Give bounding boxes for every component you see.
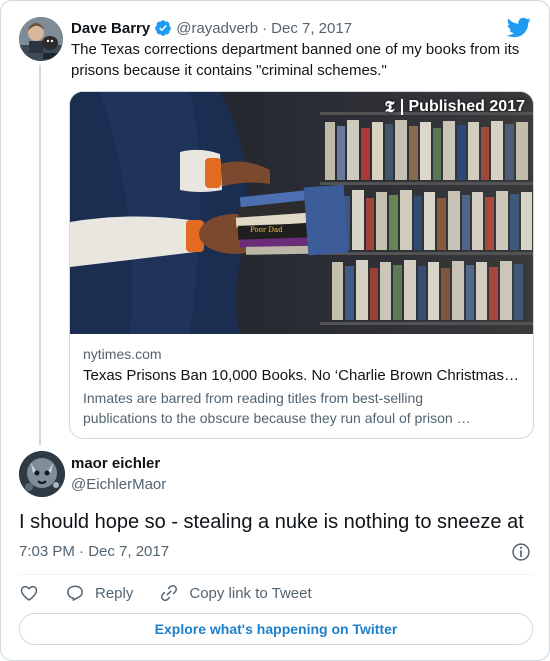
link-preview-card[interactable]: Poor Dad 𝕿 Published 2017 nytimes.com Te… [69, 91, 534, 439]
reply-handle[interactable]: @EichlerMaor [71, 476, 166, 493]
link-description-line: Inmates are barred from reading titles f… [83, 390, 424, 406]
article-photo: Poor Dad [70, 92, 533, 334]
maor-eichler-avatar[interactable] [19, 451, 65, 497]
copy-link-button[interactable]: Copy link to Tweet [159, 583, 312, 603]
link-description-line: publications to the obscure because they… [83, 410, 471, 426]
parent-display-name[interactable]: Dave Barry [71, 20, 150, 37]
dave-barry-avatar[interactable] [19, 17, 63, 61]
parent-handle[interactable]: @rayadverb [176, 20, 258, 37]
header-separator: · [262, 19, 268, 37]
tweet-embed-card: Dave Barry @rayadverb · Dec 7, 2017 The … [0, 0, 550, 661]
article-image: Poor Dad 𝕿 Published 2017 [70, 92, 533, 334]
copy-link-label: Copy link to Tweet [189, 584, 312, 602]
badge-divider [400, 99, 403, 115]
verified-badge-icon [155, 20, 172, 36]
link-title[interactable]: Texas Prisons Ban 10,000 Books. No ‘Char… [83, 367, 523, 384]
published-badge: 𝕿 Published 2017 [385, 97, 525, 117]
action-divider [19, 574, 533, 575]
tweet-timestamp[interactable]: 7:03 PM · Dec 7, 2017 [19, 543, 169, 560]
info-icon[interactable] [511, 542, 531, 562]
link-description: Inmates are barred from reading titles f… [83, 388, 513, 428]
link-domain: nytimes.com [83, 346, 162, 362]
parent-date[interactable]: Dec 7, 2017 [271, 20, 352, 37]
reply-display-name[interactable]: maor eichler [71, 455, 160, 472]
action-bar: Reply Copy link to Tweet [19, 581, 338, 605]
link-icon [161, 584, 178, 602]
published-label: Published 2017 [408, 98, 526, 115]
svg-text:Poor Dad: Poor Dad [250, 226, 283, 234]
like-button[interactable] [19, 583, 39, 603]
nyt-logo-icon: 𝕿 [384, 97, 395, 116]
reply-label: Reply [95, 584, 134, 602]
explore-twitter-button[interactable]: Explore what's happening on Twitter [19, 613, 533, 645]
heart-icon [20, 585, 38, 601]
reply-button[interactable]: Reply [65, 583, 133, 603]
thread-line [39, 65, 41, 445]
twitter-bird-icon[interactable] [507, 15, 531, 39]
reply-icon [67, 585, 83, 601]
parent-tweet-header: Dave Barry @rayadverb · Dec 7, 2017 [71, 17, 352, 39]
reply-tweet-text: I should hope so - stealing a nuke is no… [19, 511, 524, 533]
parent-tweet-text: The Texas corrections department banned … [71, 41, 520, 79]
